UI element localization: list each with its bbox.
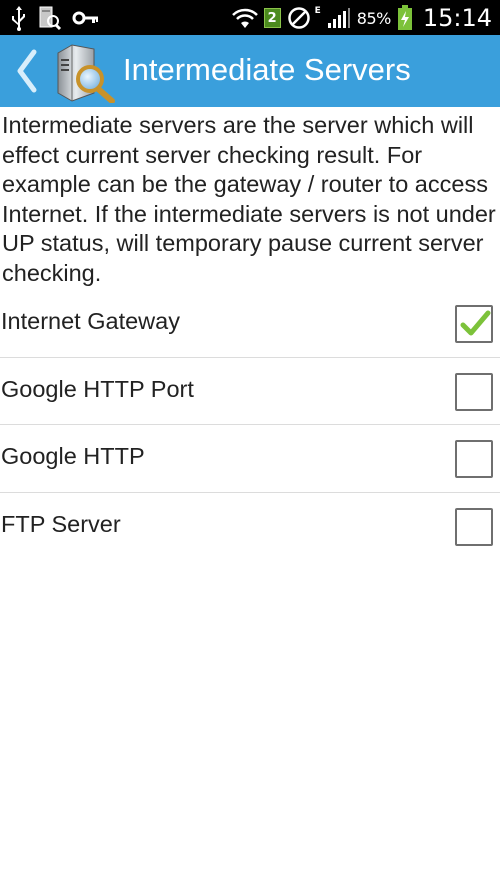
server-checkbox[interactable]	[455, 372, 493, 411]
list-item[interactable]: Google HTTP Port	[0, 358, 500, 425]
key-icon	[72, 8, 100, 28]
list-item-label: Google HTTP	[1, 443, 145, 469]
server-checkbox[interactable]	[455, 507, 493, 546]
server-checkbox[interactable]	[455, 440, 493, 478]
blocked-icon	[287, 6, 311, 30]
back-button[interactable]	[12, 49, 42, 93]
server-list: Internet Gateway Google HTTP Port Google…	[0, 290, 500, 560]
clock: 15:14	[422, 4, 492, 32]
list-item[interactable]: Internet Gateway	[0, 290, 500, 358]
wifi-icon	[231, 6, 258, 30]
server-search-icon	[38, 5, 62, 31]
check-mark-icon	[460, 310, 491, 336]
list-item-label: FTP Server	[1, 510, 121, 537]
notification-badge-icon: 2	[263, 8, 281, 28]
status-bar-left	[10, 4, 100, 32]
network-type-label: E	[314, 6, 321, 16]
battery-percent: 85%	[356, 8, 392, 28]
list-item[interactable]: FTP Server	[0, 493, 500, 561]
status-bar-right: 2 E 85% 15:14	[231, 3, 492, 33]
list-item[interactable]: Google HTTP	[0, 425, 500, 493]
usb-icon	[10, 5, 28, 31]
server-checkbox[interactable]	[455, 305, 493, 343]
list-item-label: Google HTTP Port	[1, 375, 194, 402]
signal-icon	[327, 7, 351, 29]
description-text: Intermediate servers are the server whic…	[2, 112, 496, 286]
status-bar: 2 E 85% 15:14	[0, 0, 500, 35]
battery-charging-icon	[397, 5, 413, 31]
app-logo-icon	[50, 41, 116, 104]
page-title: Intermediate Servers	[123, 52, 411, 87]
action-bar: Intermediate Servers	[0, 35, 500, 107]
list-item-label: Internet Gateway	[1, 308, 180, 334]
